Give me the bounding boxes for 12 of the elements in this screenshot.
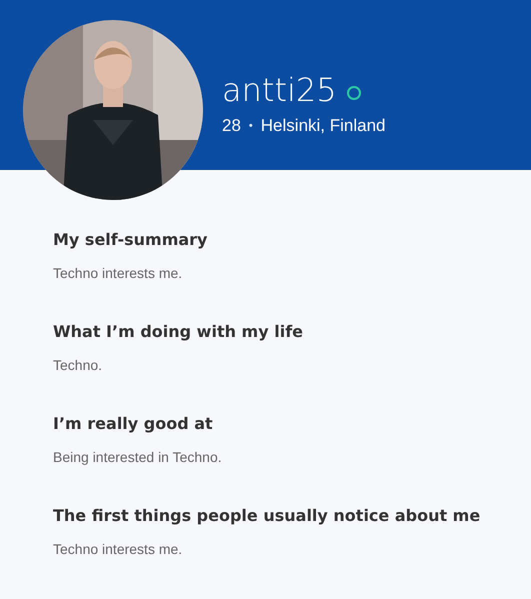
section-title: My self-summary	[53, 230, 208, 249]
section-text: Techno interests me.	[53, 265, 184, 281]
section-text: Techno.	[53, 357, 104, 373]
username: antti25	[222, 70, 337, 110]
section-title: What I’m doing with my life	[53, 322, 304, 341]
section-text: Techno interests me.	[53, 541, 184, 557]
section-title: The first things people usually notice about me	[53, 506, 482, 525]
location: Helsinki, Finland	[260, 116, 386, 136]
separator: •	[248, 120, 253, 132]
section-text: Being interested in Techno.	[53, 449, 223, 465]
age: 28	[222, 116, 241, 136]
section-title: I’m really good at	[53, 414, 214, 433]
